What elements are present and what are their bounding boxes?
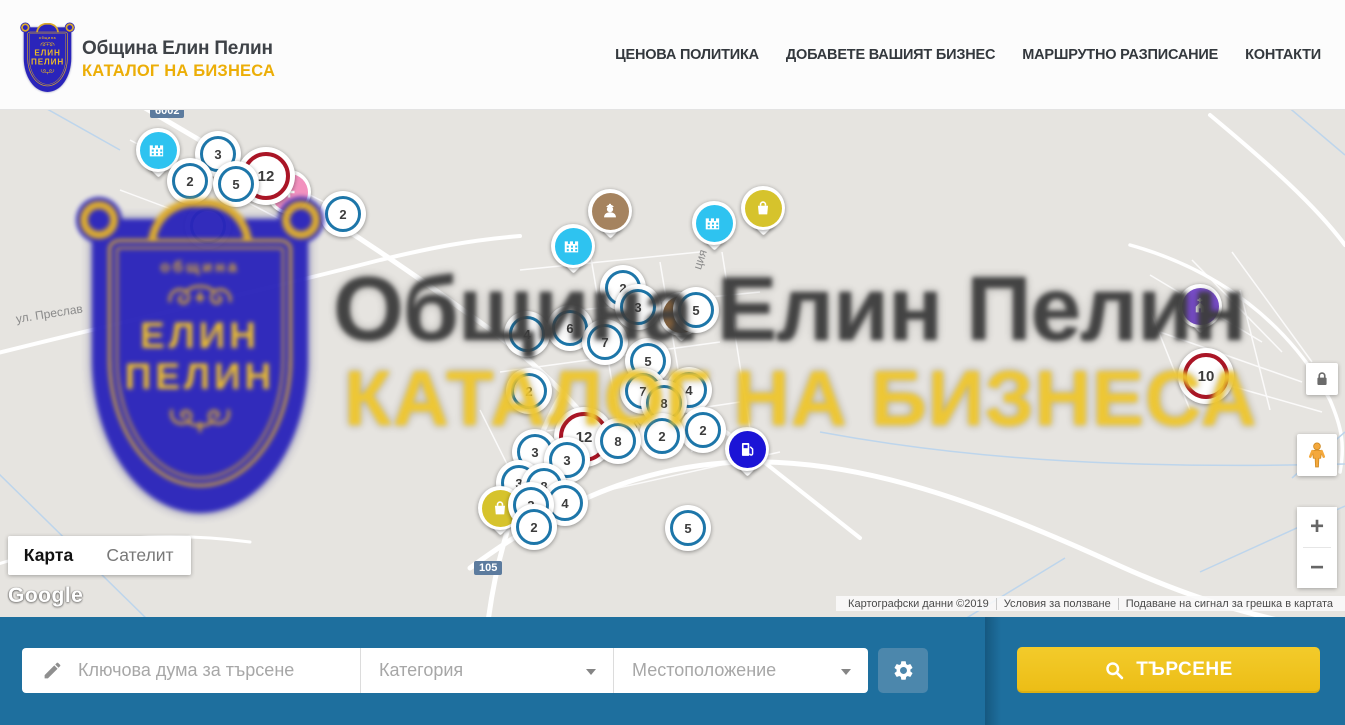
- lock-button[interactable]: [1306, 363, 1338, 395]
- brand-title: Община Елин Пелин: [82, 38, 275, 60]
- attribution-text: Картографски данни ©2019: [841, 598, 996, 610]
- keyword-field: [22, 648, 360, 693]
- magnifier-icon: [1104, 660, 1125, 681]
- map-canvas[interactable]: 6002ул. Преславциябул. „Новосел105 32125…: [0, 110, 1345, 617]
- cluster-count: 3: [620, 289, 656, 325]
- cluster-count: 5: [218, 166, 254, 202]
- google-logo[interactable]: Google: [8, 584, 83, 608]
- location-select[interactable]: Местоположение: [613, 648, 868, 693]
- main-nav: ЦЕНОВА ПОЛИТИКА ДОБАВЕТЕ ВАШИЯТ БИЗНЕС МАР…: [615, 0, 1321, 110]
- cluster-marker[interactable]: 4: [504, 311, 550, 357]
- cluster-marker[interactable]: 2: [320, 191, 366, 237]
- cluster-count: 10: [1183, 353, 1229, 399]
- factory-icon: [555, 228, 592, 265]
- pegman-button[interactable]: [1297, 434, 1337, 476]
- pencil-icon: [42, 660, 63, 681]
- cluster-count: 8: [600, 423, 636, 459]
- cluster-count: 5: [678, 292, 714, 328]
- cluster-marker[interactable]: 2: [680, 407, 726, 453]
- church-icon: [1182, 288, 1219, 325]
- cluster-count: 2: [172, 163, 208, 199]
- crest-name-line1: ЕЛИН: [34, 48, 60, 57]
- settings-button[interactable]: [878, 648, 928, 693]
- chevron-down-icon: [586, 669, 596, 675]
- lock-icon: [1311, 368, 1333, 390]
- search-button[interactable]: ТЪРСЕНЕ: [1017, 647, 1320, 693]
- cluster-count: 7: [587, 324, 623, 360]
- map-type-satellite-button[interactable]: Сателит: [89, 536, 191, 575]
- search-button-label: ТЪРСЕНЕ: [1136, 659, 1233, 681]
- gear-icon: [892, 659, 915, 682]
- cluster-marker[interactable]: 5: [213, 161, 259, 207]
- attribution-link[interactable]: Подаване на сигнал за грешка в картата: [1118, 598, 1340, 610]
- pegman-icon: [1304, 440, 1330, 470]
- cluster-marker[interactable]: 2: [639, 413, 685, 459]
- nav-item[interactable]: КОНТАКТИ: [1245, 47, 1321, 63]
- cluster-count: 5: [670, 510, 706, 546]
- pin-marker-fuel[interactable]: [725, 427, 769, 471]
- category-placeholder: Категория: [379, 660, 463, 681]
- cluster-count: 2: [685, 412, 721, 448]
- cluster-marker[interactable]: [185, 203, 231, 249]
- cluster-marker[interactable]: 2: [511, 504, 557, 550]
- zoom-in-button[interactable]: +: [1297, 507, 1337, 547]
- cluster-marker[interactable]: 2: [506, 368, 552, 414]
- search-fields: Категория Местоположение: [22, 648, 868, 693]
- brand[interactable]: община ЕЛИН ПЕЛИН Община Елин Пелин КАТА…: [22, 26, 275, 92]
- category-select[interactable]: Категория: [360, 648, 613, 693]
- bag-icon: [745, 190, 782, 227]
- search-bar: Категория Местоположение ТЪРСЕНЕ: [0, 617, 1345, 725]
- cluster-marker[interactable]: 5: [673, 287, 719, 333]
- map-type-map-button[interactable]: Карта: [8, 536, 89, 575]
- cluster-marker[interactable]: 7: [582, 319, 628, 365]
- cluster-marker[interactable]: 8: [595, 418, 641, 464]
- map-type-control: Карта Сателит: [8, 536, 191, 575]
- fuel-icon: [729, 431, 766, 468]
- cluster-marker[interactable]: 3: [615, 284, 661, 330]
- cluster-count: 2: [511, 373, 547, 409]
- cluster-marker[interactable]: 2: [167, 158, 213, 204]
- keyword-input[interactable]: [76, 659, 360, 682]
- header: община ЕЛИН ПЕЛИН Община Елин Пелин КАТА…: [0, 0, 1345, 110]
- crest-flourish-icon: [40, 68, 55, 76]
- page: община ЕЛИН ПЕЛИН Община Елин Пелин КАТА…: [0, 0, 1345, 725]
- cluster-marker[interactable]: 5: [665, 505, 711, 551]
- pin-marker-bag[interactable]: [741, 186, 785, 230]
- nav-item[interactable]: ЦЕНОВА ПОЛИТИКА: [615, 47, 759, 63]
- pin-marker-factory[interactable]: [551, 224, 595, 268]
- panel-divider: [985, 617, 1001, 725]
- attribution-link[interactable]: Условия за ползване: [996, 598, 1118, 610]
- crest-flourish-icon: [39, 41, 56, 48]
- factory-icon: [140, 132, 177, 169]
- worker-icon: [592, 193, 629, 230]
- cluster-marker[interactable]: 10: [1178, 348, 1234, 404]
- nav-item[interactable]: ДОБАВЕТЕ ВАШИЯТ БИЗНЕС: [786, 47, 995, 63]
- factory-icon: [696, 205, 733, 242]
- zoom-control: + −: [1297, 507, 1337, 588]
- cluster-count: 4: [509, 316, 545, 352]
- zoom-out-button[interactable]: −: [1297, 548, 1337, 588]
- brand-crest-logo: община ЕЛИН ПЕЛИН: [22, 26, 73, 92]
- map-attribution: Картографски данни ©2019Условия за ползв…: [836, 596, 1345, 611]
- pin-marker-factory[interactable]: [692, 201, 736, 245]
- chevron-down-icon: [841, 669, 851, 675]
- nav-item[interactable]: МАРШРУТНО РАЗПИСАНИЕ: [1022, 47, 1218, 63]
- location-placeholder: Местоположение: [632, 660, 776, 681]
- pin-marker-church[interactable]: [1178, 284, 1222, 328]
- cluster-count: 2: [516, 509, 552, 545]
- cluster-count: [190, 208, 226, 244]
- cluster-count: 2: [644, 418, 680, 454]
- cluster-count: 2: [325, 196, 361, 232]
- brand-subtitle: КАТАЛОГ НА БИЗНЕСА: [82, 62, 275, 81]
- crest-name-line2: ПЕЛИН: [31, 58, 64, 67]
- crest-town-label: община: [39, 36, 57, 40]
